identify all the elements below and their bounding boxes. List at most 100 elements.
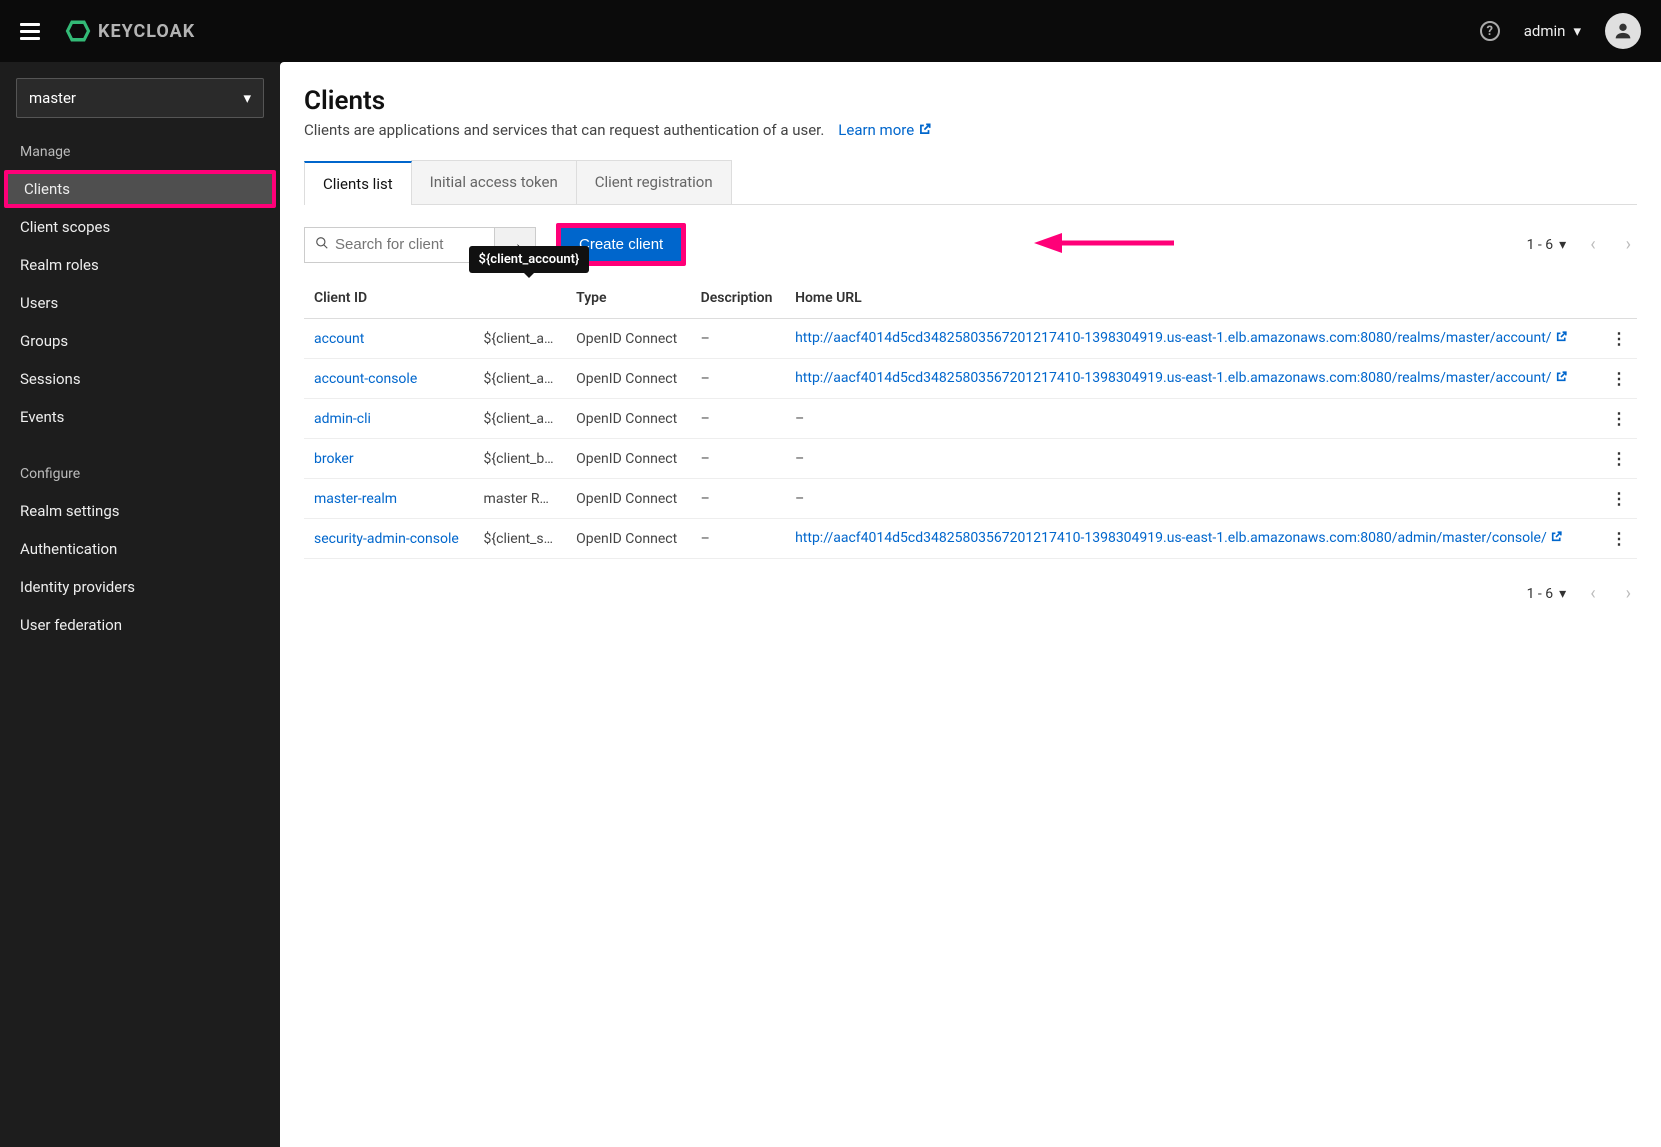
sidebar-item-clients[interactable]: Clients (4, 170, 276, 208)
client-id-link[interactable]: master-realm (304, 479, 474, 519)
page-prev-button[interactable]: ‹ (1584, 583, 1601, 604)
client-name: ${client_ad... (474, 399, 567, 439)
client-type: OpenID Connect (566, 519, 691, 559)
client-type: OpenID Connect (566, 479, 691, 519)
main-content: Clients Clients are applications and ser… (280, 62, 1661, 1147)
external-link-icon (918, 122, 932, 140)
sidebar: master ▾ Manage ClientsClient scopesReal… (0, 62, 280, 1147)
section-configure: Configure (0, 456, 280, 492)
client-name: ${client_acc... (474, 359, 567, 399)
caret-down-icon: ▾ (1559, 237, 1566, 253)
search-icon (315, 236, 329, 254)
top-header: KEYCLOAK ? admin ▾ (0, 0, 1661, 62)
section-manage: Manage (0, 134, 280, 170)
keycloak-logo: KEYCLOAK (64, 17, 195, 45)
row-actions-button[interactable]: ⋮ (1601, 359, 1637, 399)
sidebar-item-user-federation[interactable]: User federation (0, 606, 280, 644)
client-id-link[interactable]: account (304, 319, 474, 359)
client-description: – (691, 319, 785, 359)
client-description: – (691, 439, 785, 479)
user-label: admin (1524, 22, 1566, 40)
external-link-icon (1555, 370, 1568, 387)
external-link-icon (1555, 330, 1568, 347)
page-next-button[interactable]: › (1620, 583, 1637, 604)
table-row: security-admin-console${client_sec...Ope… (304, 519, 1637, 559)
sidebar-item-events[interactable]: Events (0, 398, 280, 436)
sidebar-item-realm-settings[interactable]: Realm settings (0, 492, 280, 530)
tabs: Clients listInitial access tokenClient r… (304, 160, 1637, 205)
page-description: Clients are applications and services th… (304, 121, 824, 139)
page-description-row: Clients are applications and services th… (304, 120, 1637, 140)
row-actions-button[interactable]: ⋮ (1601, 439, 1637, 479)
client-id-link[interactable]: account-console (304, 359, 474, 399)
client-home-url: – (785, 439, 1601, 479)
client-home-url: – (785, 479, 1601, 519)
row-actions-button[interactable]: ⋮ (1601, 519, 1637, 559)
sidebar-item-sessions[interactable]: Sessions (0, 360, 280, 398)
column-header: Home URL (785, 278, 1601, 319)
pagination-range[interactable]: 1 - 6 ▾ (1527, 237, 1567, 253)
sidebar-item-authentication[interactable]: Authentication (0, 530, 280, 568)
bottom-pagination: 1 - 6 ▾ ‹ › (304, 583, 1637, 604)
row-actions-button[interactable]: ⋮ (1601, 399, 1637, 439)
caret-down-icon: ▾ (1559, 586, 1566, 602)
tab-clients-list[interactable]: Clients list (304, 161, 412, 205)
client-name: ${client_bro... (474, 439, 567, 479)
external-link-icon (1550, 530, 1563, 547)
realm-selector[interactable]: master ▾ (16, 78, 264, 118)
client-id-link[interactable]: admin-cli (304, 399, 474, 439)
logo-text: KEYCLOAK (98, 21, 195, 42)
row-actions-button[interactable]: ⋮ (1601, 319, 1637, 359)
page-next-button[interactable]: › (1620, 234, 1637, 255)
client-description: – (691, 479, 785, 519)
learn-more-link[interactable]: Learn more (838, 121, 932, 139)
caret-down-icon: ▾ (243, 89, 251, 107)
search-input-wrapper (304, 227, 494, 263)
tab-client-registration[interactable]: Client registration (576, 160, 732, 204)
user-menu[interactable]: admin ▾ (1524, 22, 1581, 40)
page-prev-button[interactable]: ‹ (1584, 234, 1601, 255)
column-header: Client ID (304, 278, 474, 319)
client-description: – (691, 519, 785, 559)
client-type: OpenID Connect (566, 399, 691, 439)
client-type: OpenID Connect (566, 439, 691, 479)
help-icon[interactable]: ? (1480, 21, 1500, 41)
client-home-url[interactable]: http://aacf4014d5cd34825803567201217410-… (785, 319, 1601, 359)
caret-down-icon: ▾ (1573, 22, 1581, 40)
column-header: ${client_account} (474, 278, 567, 319)
sidebar-item-client-scopes[interactable]: Client scopes (0, 208, 280, 246)
tooltip: ${client_account} (469, 246, 590, 273)
annotation-arrow (1034, 231, 1174, 259)
clients-table: Client ID${client_account}TypeDescriptio… (304, 278, 1637, 559)
client-description: – (691, 399, 785, 439)
menu-toggle-icon[interactable] (20, 23, 40, 40)
client-name: master Realm (474, 479, 567, 519)
realm-name: master (29, 89, 76, 107)
sidebar-item-realm-roles[interactable]: Realm roles (0, 246, 280, 284)
client-home-url: – (785, 399, 1601, 439)
row-actions-button[interactable]: ⋮ (1601, 479, 1637, 519)
table-row: account${client_acc...OpenID Connect–htt… (304, 319, 1637, 359)
sidebar-item-groups[interactable]: Groups (0, 322, 280, 360)
client-type: OpenID Connect (566, 319, 691, 359)
tab-initial-access-token[interactable]: Initial access token (411, 160, 577, 204)
table-row: account-console${client_acc...OpenID Con… (304, 359, 1637, 399)
client-home-url[interactable]: http://aacf4014d5cd34825803567201217410-… (785, 359, 1601, 399)
sidebar-item-users[interactable]: Users (0, 284, 280, 322)
table-row: broker${client_bro...OpenID Connect––⋮ (304, 439, 1637, 479)
client-type: OpenID Connect (566, 359, 691, 399)
client-name: ${client_acc... (474, 319, 567, 359)
avatar[interactable] (1605, 13, 1641, 49)
column-header: Description (691, 278, 785, 319)
client-id-link[interactable]: security-admin-console (304, 519, 474, 559)
logo-icon (64, 17, 92, 45)
client-description: – (691, 359, 785, 399)
client-name: ${client_sec... (474, 519, 567, 559)
pagination-range[interactable]: 1 - 6 ▾ (1527, 586, 1567, 602)
client-id-link[interactable]: broker (304, 439, 474, 479)
table-row: master-realmmaster RealmOpenID Connect––… (304, 479, 1637, 519)
search-input[interactable] (335, 236, 484, 253)
sidebar-item-identity-providers[interactable]: Identity providers (0, 568, 280, 606)
client-home-url[interactable]: http://aacf4014d5cd34825803567201217410-… (785, 519, 1601, 559)
column-header: Type (566, 278, 691, 319)
